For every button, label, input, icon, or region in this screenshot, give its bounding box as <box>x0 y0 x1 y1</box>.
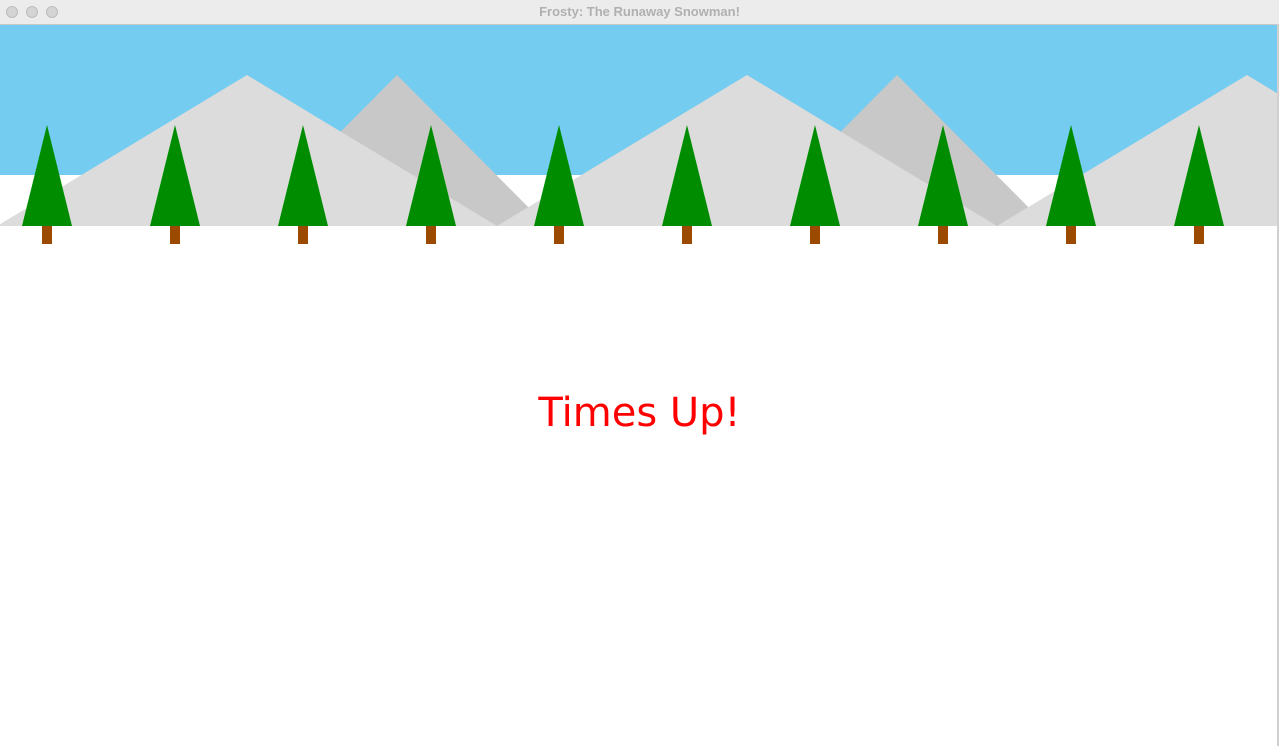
times-up-message: Times Up! <box>538 390 741 436</box>
title-bar: Frosty: The Runaway Snowman! <box>0 0 1279 25</box>
game-canvas[interactable] <box>0 25 1279 746</box>
game-window: Frosty: The Runaway Snowman! Times Up! <box>0 0 1279 746</box>
tree-trunk <box>426 226 436 244</box>
tree-trunk <box>42 226 52 244</box>
tree-trunk <box>1066 226 1076 244</box>
tree-trunk <box>1194 226 1204 244</box>
tree-trunk <box>938 226 948 244</box>
tree-trunk <box>682 226 692 244</box>
tree-trunk <box>810 226 820 244</box>
snow-strip <box>0 226 1279 746</box>
tree-trunk <box>298 226 308 244</box>
window-title: Frosty: The Runaway Snowman! <box>539 4 740 19</box>
tree-trunk <box>170 226 180 244</box>
tree-trunk <box>554 226 564 244</box>
